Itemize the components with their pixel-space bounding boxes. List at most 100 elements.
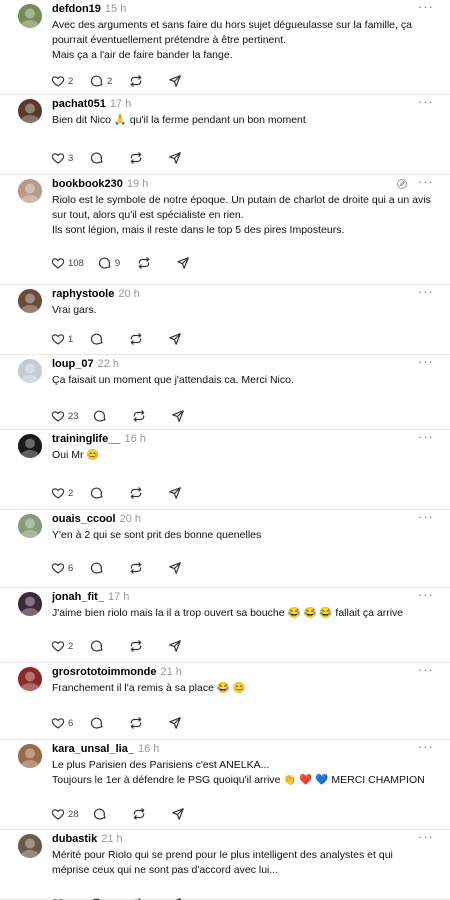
avatar[interactable] xyxy=(18,834,42,858)
avatar[interactable] xyxy=(18,514,42,538)
username[interactable]: pachat051 xyxy=(52,98,106,110)
more-icon[interactable]: ··· xyxy=(418,355,434,369)
reply-count: 9 xyxy=(114,257,121,269)
more-icon[interactable]: ··· xyxy=(418,588,434,602)
reply-button[interactable]: 9 xyxy=(98,256,123,270)
repost-icon xyxy=(132,409,146,423)
repost-button[interactable] xyxy=(132,807,157,821)
like-button[interactable]: 2 xyxy=(51,639,76,653)
username[interactable]: grosrototoimmonde xyxy=(52,666,157,678)
repost-button[interactable] xyxy=(129,716,154,730)
comment-line: Ça faisait un moment que j'attendais ca.… xyxy=(52,374,294,386)
repost-button[interactable] xyxy=(137,256,162,270)
more-icon[interactable]: ··· xyxy=(418,285,434,299)
share-button[interactable] xyxy=(176,256,190,270)
share-button[interactable] xyxy=(168,486,182,500)
repost-icon xyxy=(129,332,143,346)
username[interactable]: loup_07 xyxy=(52,358,94,370)
share-button[interactable] xyxy=(171,807,185,821)
comment-actions: 1 xyxy=(51,331,196,347)
repost-button[interactable] xyxy=(129,561,154,575)
username[interactable]: dubastik xyxy=(52,833,97,845)
heart-icon xyxy=(51,256,65,270)
comment-actions: 28 xyxy=(51,806,199,822)
reply-button[interactable] xyxy=(90,332,115,346)
username[interactable]: bookbook230 xyxy=(52,178,123,190)
share-button[interactable] xyxy=(168,332,182,346)
reply-button[interactable] xyxy=(90,561,115,575)
repost-icon xyxy=(129,151,143,165)
username[interactable]: jonah_fit_ xyxy=(52,591,104,603)
like-button[interactable]: 6 xyxy=(51,561,76,575)
username[interactable]: raphystoole xyxy=(52,288,114,300)
reply-button[interactable] xyxy=(90,639,115,653)
repost-button[interactable] xyxy=(129,74,154,88)
share-button[interactable] xyxy=(168,74,182,88)
avatar[interactable] xyxy=(18,4,42,28)
like-button[interactable]: 108 xyxy=(51,256,84,270)
reply-button[interactable] xyxy=(93,807,118,821)
more-icon[interactable]: ··· xyxy=(418,0,434,14)
timestamp: 21 h xyxy=(160,666,182,678)
like-button[interactable]: 23 xyxy=(51,409,79,423)
repost-button[interactable] xyxy=(132,409,157,423)
more-icon[interactable]: ··· xyxy=(418,430,434,444)
avatar[interactable] xyxy=(18,359,42,383)
send-icon xyxy=(171,409,185,423)
comment-actions: 22 xyxy=(51,73,196,89)
comment-actions: 2 xyxy=(51,485,196,501)
repost-button[interactable] xyxy=(129,151,154,165)
edit-icon[interactable] xyxy=(396,177,408,189)
comment-item: traininglife__ 16 h ··· Oui Mr 😊 2 xyxy=(0,430,450,510)
repost-icon xyxy=(129,561,143,575)
avatar[interactable] xyxy=(18,289,42,313)
repost-button[interactable] xyxy=(129,486,154,500)
more-icon[interactable]: ··· xyxy=(418,175,434,189)
username[interactable]: ouais_ccool xyxy=(52,513,116,525)
reply-button[interactable] xyxy=(90,151,115,165)
avatar[interactable] xyxy=(18,99,42,123)
share-button[interactable] xyxy=(168,639,182,653)
username[interactable]: kara_unsal_lia_ xyxy=(52,743,134,755)
more-icon[interactable]: ··· xyxy=(418,830,434,844)
more-icon[interactable]: ··· xyxy=(418,740,434,754)
reply-button[interactable] xyxy=(90,486,115,500)
comment-text: Vrai gars. xyxy=(52,303,434,318)
share-button[interactable] xyxy=(168,151,182,165)
avatar[interactable] xyxy=(18,592,42,616)
comment-meta: jonah_fit_ 17 h xyxy=(52,590,129,604)
comment-meta: ouais_ccool 20 h xyxy=(52,512,141,526)
more-icon[interactable]: ··· xyxy=(418,663,434,677)
more-icon[interactable]: ··· xyxy=(418,510,434,524)
reply-button[interactable]: 2 xyxy=(90,74,115,88)
like-count: 2 xyxy=(68,640,74,652)
like-button[interactable]: 6 xyxy=(51,716,76,730)
like-button[interactable]: 2 xyxy=(51,486,76,500)
username[interactable]: defdon19 xyxy=(52,3,101,15)
like-button[interactable]: 28 xyxy=(51,807,79,821)
comment-item: pachat051 17 h ··· Bien dit Nico 🙏 qu'il la… xyxy=(0,95,450,175)
avatar[interactable] xyxy=(18,667,42,691)
share-button[interactable] xyxy=(168,561,182,575)
comment-icon xyxy=(98,256,112,270)
more-icon[interactable]: ··· xyxy=(418,95,434,109)
username[interactable]: traininglife__ xyxy=(52,433,120,445)
like-button[interactable]: 3 xyxy=(51,151,76,165)
avatar[interactable] xyxy=(18,179,42,203)
avatar[interactable] xyxy=(18,744,42,768)
reply-button[interactable] xyxy=(90,716,115,730)
repost-button[interactable] xyxy=(129,639,154,653)
comment-item: ouais_ccool 20 h ··· Y'en à 2 qui se sont p… xyxy=(0,510,450,588)
send-icon xyxy=(171,807,185,821)
like-button[interactable]: 1 xyxy=(51,332,76,346)
comment-item: raphystoole 20 h ··· Vrai gars. 1 xyxy=(0,285,450,355)
repost-button[interactable] xyxy=(129,332,154,346)
share-button[interactable] xyxy=(168,716,182,730)
share-button[interactable] xyxy=(171,409,185,423)
like-button[interactable]: 2 xyxy=(51,74,76,88)
avatar[interactable] xyxy=(18,434,42,458)
timestamp: 21 h xyxy=(101,833,123,845)
comment-text: Ça faisait un moment que j'attendais ca.… xyxy=(52,373,434,388)
comment-meta: kara_unsal_lia_ 16 h xyxy=(52,742,159,756)
reply-button[interactable] xyxy=(93,409,118,423)
